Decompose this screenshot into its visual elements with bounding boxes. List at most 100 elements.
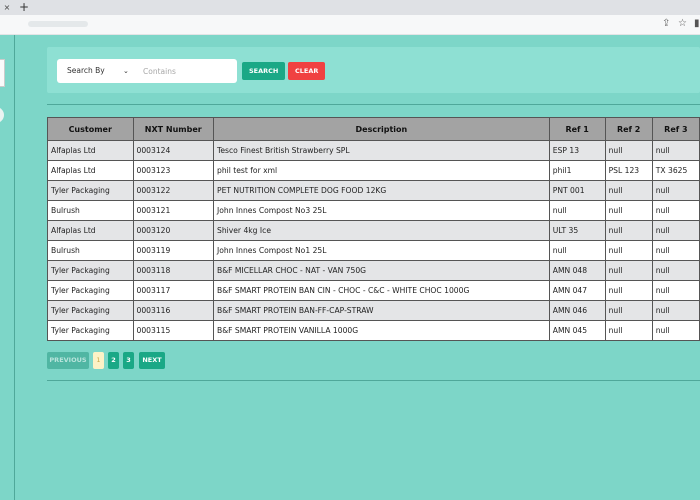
cell-nxt-number: 0003122 <box>132 180 214 201</box>
cell-ref-1: AMN 045 <box>548 320 606 341</box>
search-by-select[interactable]: Search By ⌄ <box>57 59 135 83</box>
cell-ref-1: phil1 <box>548 160 606 181</box>
search-panel: Search By ⌄ SEARCH CLEAR <box>47 47 700 93</box>
cell-ref-1: AMN 048 <box>548 260 606 281</box>
search-button[interactable]: SEARCH <box>242 62 286 80</box>
table-row[interactable]: Alfaplas Ltd 0003124 Tesco Finest Britis… <box>47 140 700 161</box>
table-row[interactable]: Alfaplas Ltd 0003123 phil test for xml p… <box>47 160 700 181</box>
cell-customer: Tyler Packaging <box>47 320 134 341</box>
cell-ref-3: null <box>651 280 700 301</box>
cell-ref-1: null <box>548 240 606 261</box>
cell-nxt-number: 0003120 <box>132 220 214 241</box>
bookmark-star-icon[interactable]: ☆ <box>678 18 687 29</box>
column-header-customer[interactable]: Customer <box>47 117 134 141</box>
cell-description: phil test for xml <box>213 160 550 181</box>
cell-ref-2: null <box>604 200 653 221</box>
cell-ref-3: null <box>651 300 700 321</box>
table-header-row: Customer NXT Number Description Ref 1 Re… <box>47 117 700 141</box>
search-input[interactable] <box>135 59 237 83</box>
column-header-nxt-number[interactable]: NXT Number <box>132 117 214 141</box>
cell-ref-2: null <box>604 180 653 201</box>
page-1-button[interactable]: 1 <box>93 352 104 369</box>
cell-ref-2: null <box>604 300 653 321</box>
page-3-button[interactable]: 3 <box>123 352 134 369</box>
previous-page-button[interactable]: PREVIOUS <box>47 352 89 369</box>
url-text[interactable] <box>28 21 88 27</box>
logo-icon <box>0 59 5 87</box>
cell-description: Shiver 4kg Ice <box>213 220 550 241</box>
cell-ref-3: TX 3625 <box>651 160 700 181</box>
next-page-button[interactable]: NEXT <box>139 352 165 369</box>
cell-customer: Bulrush <box>47 240 134 261</box>
cell-ref-2: null <box>604 240 653 261</box>
cell-customer: Alfaplas Ltd <box>47 220 134 241</box>
new-tab-button[interactable]: + <box>18 0 30 15</box>
cell-description: B&F SMART PROTEIN BAN CIN - CHOC - C&C -… <box>213 280 550 301</box>
clear-button[interactable]: CLEAR <box>288 62 326 80</box>
cell-ref-1: AMN 047 <box>548 280 606 301</box>
cell-ref-3: null <box>651 140 700 161</box>
cell-ref-2: null <box>604 280 653 301</box>
page-2-button[interactable]: 2 <box>108 352 119 369</box>
cell-ref-3: null <box>651 320 700 341</box>
table-row[interactable]: Tyler Packaging 0003117 B&F SMART PROTEI… <box>47 280 700 301</box>
cell-customer: Alfaplas Ltd <box>47 160 134 181</box>
column-header-ref-1[interactable]: Ref 1 <box>548 117 606 141</box>
column-header-ref-2[interactable]: Ref 2 <box>604 117 653 141</box>
cell-customer: Tyler Packaging <box>47 300 134 321</box>
sidebar-toggle-button[interactable] <box>0 107 4 123</box>
cell-ref-1: null <box>548 200 606 221</box>
table-row[interactable]: Bulrush 0003121 John Innes Compost No3 2… <box>47 200 700 221</box>
cell-ref-2: null <box>604 260 653 281</box>
cell-customer: Tyler Packaging <box>47 280 134 301</box>
search-by-label: Search By <box>67 66 105 75</box>
cell-description: John Innes Compost No3 25L <box>213 200 550 221</box>
cell-customer: Bulrush <box>47 200 134 221</box>
cell-description: B&F SMART PROTEIN BAN-FF-CAP-STRAW <box>213 300 550 321</box>
chevron-down-icon: ⌄ <box>123 67 129 75</box>
cell-ref-3: null <box>651 240 700 261</box>
browser-address-bar[interactable]: ⇪ ☆ ▮ <box>0 15 700 35</box>
cell-description: PET NUTRITION COMPLETE DOG FOOD 12KG <box>213 180 550 201</box>
cell-customer: Alfaplas Ltd <box>47 140 134 161</box>
cell-ref-1: ESP 13 <box>548 140 606 161</box>
table-row[interactable]: Tyler Packaging 0003118 B&F MICELLAR CHO… <box>47 260 700 281</box>
cell-description: B&F MICELLAR CHOC - NAT - VAN 750G <box>213 260 550 281</box>
tab-close-icon[interactable]: × <box>2 3 12 12</box>
divider <box>47 380 700 381</box>
cell-nxt-number: 0003121 <box>132 200 214 221</box>
table-row[interactable]: Bulrush 0003119 John Innes Compost No1 2… <box>47 240 700 261</box>
share-icon[interactable]: ⇪ <box>662 18 670 29</box>
cell-nxt-number: 0003118 <box>132 260 214 281</box>
cell-ref-3: null <box>651 200 700 221</box>
column-header-description[interactable]: Description <box>213 117 550 141</box>
cell-description: John Innes Compost No1 25L <box>213 240 550 261</box>
cell-nxt-number: 0003119 <box>132 240 214 261</box>
cell-nxt-number: 0003115 <box>132 320 214 341</box>
cell-nxt-number: 0003124 <box>132 140 214 161</box>
results-table: Customer NXT Number Description Ref 1 Re… <box>47 117 700 341</box>
cell-ref-1: AMN 046 <box>548 300 606 321</box>
cell-description: Tesco Finest British Strawberry SPL <box>213 140 550 161</box>
sidebar <box>0 35 15 500</box>
extensions-icon[interactable]: ▮ <box>694 18 700 29</box>
cell-nxt-number: 0003117 <box>132 280 214 301</box>
divider <box>47 104 700 105</box>
cell-ref-2: PSL 123 <box>604 160 653 181</box>
cell-nxt-number: 0003116 <box>132 300 214 321</box>
column-header-ref-3[interactable]: Ref 3 <box>651 117 700 141</box>
cell-ref-3: null <box>651 220 700 241</box>
cell-customer: Tyler Packaging <box>47 180 134 201</box>
cell-description: B&F SMART PROTEIN VANILLA 1000G <box>213 320 550 341</box>
cell-ref-3: null <box>651 260 700 281</box>
table-row[interactable]: Tyler Packaging 0003122 PET NUTRITION CO… <box>47 180 700 201</box>
browser-tab-bar: × + <box>0 0 700 15</box>
cell-ref-2: null <box>604 220 653 241</box>
table-row[interactable]: Tyler Packaging 0003115 B&F SMART PROTEI… <box>47 320 700 341</box>
table-row[interactable]: Alfaplas Ltd 0003120 Shiver 4kg Ice ULT … <box>47 220 700 241</box>
cell-customer: Tyler Packaging <box>47 260 134 281</box>
cell-ref-2: null <box>604 320 653 341</box>
cell-nxt-number: 0003123 <box>132 160 214 181</box>
cell-ref-2: null <box>604 140 653 161</box>
table-row[interactable]: Tyler Packaging 0003116 B&F SMART PROTEI… <box>47 300 700 321</box>
